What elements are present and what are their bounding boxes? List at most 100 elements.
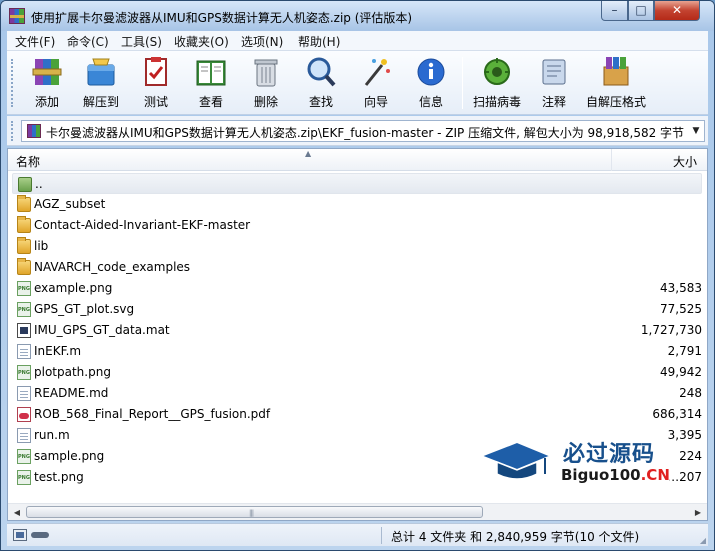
file-row[interactable]: Contact-Aided-Invariant-EKF-master <box>12 215 702 236</box>
file-row[interactable]: README.md 248 <box>12 383 702 404</box>
file-name: GPS_GT_plot.svg <box>34 302 135 316</box>
add-archive-icon <box>32 59 62 85</box>
resize-grip-icon[interactable]: ◢ <box>700 536 706 545</box>
address-bar: 卡尔曼滤波器从IMU和GPS数据计算无人机姿态.zip\EKF_fusion-m… <box>7 116 708 146</box>
file-size: 77,525 <box>660 302 702 316</box>
file-row[interactable]: GPS_GT_plot.svg 77,525 <box>12 299 702 320</box>
magnifier-icon <box>307 57 336 87</box>
view-book-icon <box>196 60 226 86</box>
toolbar-comment-button[interactable]: 注释 <box>530 55 578 111</box>
close-button[interactable]: ✕ <box>654 1 700 21</box>
scrollbar-thumb[interactable]: ||| <box>26 506 483 518</box>
horizontal-scrollbar[interactable]: ◀ ||| ▶ <box>8 503 707 520</box>
mat-file-icon <box>17 323 31 338</box>
status-summary: 总计 4 文件夹 和 2,840,959 字节(10 个文件) <box>391 530 640 544</box>
file-row[interactable]: IMU_GPS_GT_data.mat 1,727,730 <box>12 320 702 341</box>
menu-file[interactable]: 文件(F) <box>15 33 55 50</box>
toolbar-info-label: 信息 <box>418 95 443 109</box>
toolbar-sfx-label: 自解压格式 <box>585 95 646 109</box>
file-row[interactable]: example.png 43,583 <box>12 278 702 299</box>
png-file-icon <box>17 365 31 380</box>
drive-icon[interactable] <box>13 529 27 541</box>
winrar-app-icon <box>9 8 25 24</box>
minimize-button[interactable]: – <box>601 1 628 21</box>
file-name: AGZ_subset <box>34 197 106 211</box>
file-row[interactable]: InEKF.m 2,791 <box>12 341 702 362</box>
column-name-label: 名称 <box>16 155 41 169</box>
archive-path-field[interactable]: 卡尔曼滤波器从IMU和GPS数据计算无人机姿态.zip\EKF_fusion-m… <box>21 120 705 142</box>
sort-ascending-icon: ▲ <box>305 149 312 158</box>
menu-help[interactable]: 帮助(H) <box>298 33 340 50</box>
toolbar-add-button[interactable]: 添加 <box>23 55 71 111</box>
info-icon <box>417 58 445 86</box>
pdf-file-icon <box>17 407 31 422</box>
status-bar: 总计 4 文件夹 和 2,840,959 字节(10 个文件) ◢ <box>7 523 708 546</box>
png-file-icon <box>17 281 31 296</box>
file-name: test.png <box>34 470 84 484</box>
maximize-button[interactable]: □ <box>628 1 654 21</box>
file-name: sample.png <box>34 449 105 463</box>
watermark-site-suffix: .CN <box>640 466 670 484</box>
column-header: 名称 ▲ 大小 <box>8 149 707 171</box>
toolbar-sfx-button[interactable]: 自解压格式 <box>586 55 646 111</box>
folder-icon <box>17 258 31 275</box>
test-icon <box>145 57 167 86</box>
file-name: IMU_GPS_GT_data.mat <box>34 323 170 337</box>
menu-options[interactable]: 选项(N) <box>241 33 283 50</box>
watermark: 必过源码 Biguo100.CN <box>479 436 709 496</box>
file-row[interactable]: AGZ_subset <box>12 194 702 215</box>
toolbar-comment-label: 注释 <box>541 95 566 109</box>
virus-scan-icon <box>484 58 510 85</box>
text-file-icon <box>17 386 31 401</box>
column-size-header[interactable]: 大小 <box>613 149 707 171</box>
archive-path-text: 卡尔曼滤波器从IMU和GPS数据计算无人机姿态.zip\EKF_fusion-m… <box>46 126 685 140</box>
extract-to-icon <box>87 58 115 86</box>
folder-icon <box>17 216 31 233</box>
menu-commands[interactable]: 命令(C) <box>67 33 109 50</box>
sfx-icon <box>603 57 629 86</box>
status-separator <box>381 527 382 544</box>
address-bar-grip[interactable] <box>11 121 15 141</box>
toolbar-delete-button[interactable]: 删除 <box>242 55 290 111</box>
watermark-site-main: Biguo100 <box>561 466 641 484</box>
file-name: example.png <box>34 281 113 295</box>
file-name: ROB_568_Final_Report__GPS_fusion.pdf <box>34 407 271 421</box>
toolbar-test-button[interactable]: 测试 <box>132 55 180 111</box>
toolbar-info-button[interactable]: 信息 <box>407 55 455 111</box>
column-name-header[interactable]: 名称 ▲ <box>8 149 612 171</box>
key-icon[interactable] <box>31 532 49 538</box>
path-dropdown-arrow-icon[interactable]: ▼ <box>688 121 704 141</box>
text-file-icon <box>17 344 31 359</box>
text-file-icon <box>17 428 31 443</box>
file-name: .. <box>35 177 43 191</box>
png-file-icon <box>17 449 31 464</box>
menu-tools[interactable]: 工具(S) <box>121 33 162 50</box>
toolbar-virus-scan-button[interactable]: 扫描病毒 <box>473 55 521 111</box>
toolbar: 添加 解压到 测试 查看 删除 查找 向导 信息 扫描病毒 注释 自解压格式 <box>7 51 708 115</box>
file-name: README.md <box>34 386 109 400</box>
watermark-site-text: Biguo100.CN <box>561 466 670 484</box>
main-window: 使用扩展卡尔曼滤波器从IMU和GPS数据计算无人机姿态.zip (评估版本) –… <box>0 0 715 551</box>
parent-directory-row[interactable]: .. <box>12 173 702 194</box>
toolbar-find-button[interactable]: 查找 <box>297 55 345 111</box>
trash-icon <box>254 59 278 87</box>
toolbar-wizard-button[interactable]: 向导 <box>352 55 400 111</box>
scroll-left-icon[interactable]: ◀ <box>9 505 25 520</box>
folder-icon <box>17 195 31 212</box>
graduation-cap-logo-icon <box>479 440 553 480</box>
file-name: plotpath.png <box>34 365 111 379</box>
file-row[interactable]: NAVARCH_code_examples <box>12 257 702 278</box>
scroll-right-icon[interactable]: ▶ <box>690 505 706 520</box>
menu-favorites[interactable]: 收藏夹(O) <box>174 33 229 50</box>
toolbar-view-button[interactable]: 查看 <box>187 55 235 111</box>
file-row[interactable]: plotpath.png 49,942 <box>12 362 702 383</box>
file-size: 1,727,730 <box>640 323 702 337</box>
file-row[interactable]: ROB_568_Final_Report__GPS_fusion.pdf 686,… <box>12 404 702 425</box>
menu-bar: 文件(F) 命令(C) 工具(S) 收藏夹(O) 选项(N) 帮助(H) <box>7 31 708 51</box>
window-title: 使用扩展卡尔曼滤波器从IMU和GPS数据计算无人机姿态.zip (评估版本) <box>31 11 413 25</box>
file-row[interactable]: lib <box>12 236 702 257</box>
comment-icon <box>542 59 566 85</box>
title-bar[interactable]: 使用扩展卡尔曼滤波器从IMU和GPS数据计算无人机姿态.zip (评估版本) –… <box>1 1 714 31</box>
toolbar-extract-button[interactable]: 解压到 <box>77 55 125 111</box>
watermark-chinese-text: 必过源码 <box>563 442 656 467</box>
